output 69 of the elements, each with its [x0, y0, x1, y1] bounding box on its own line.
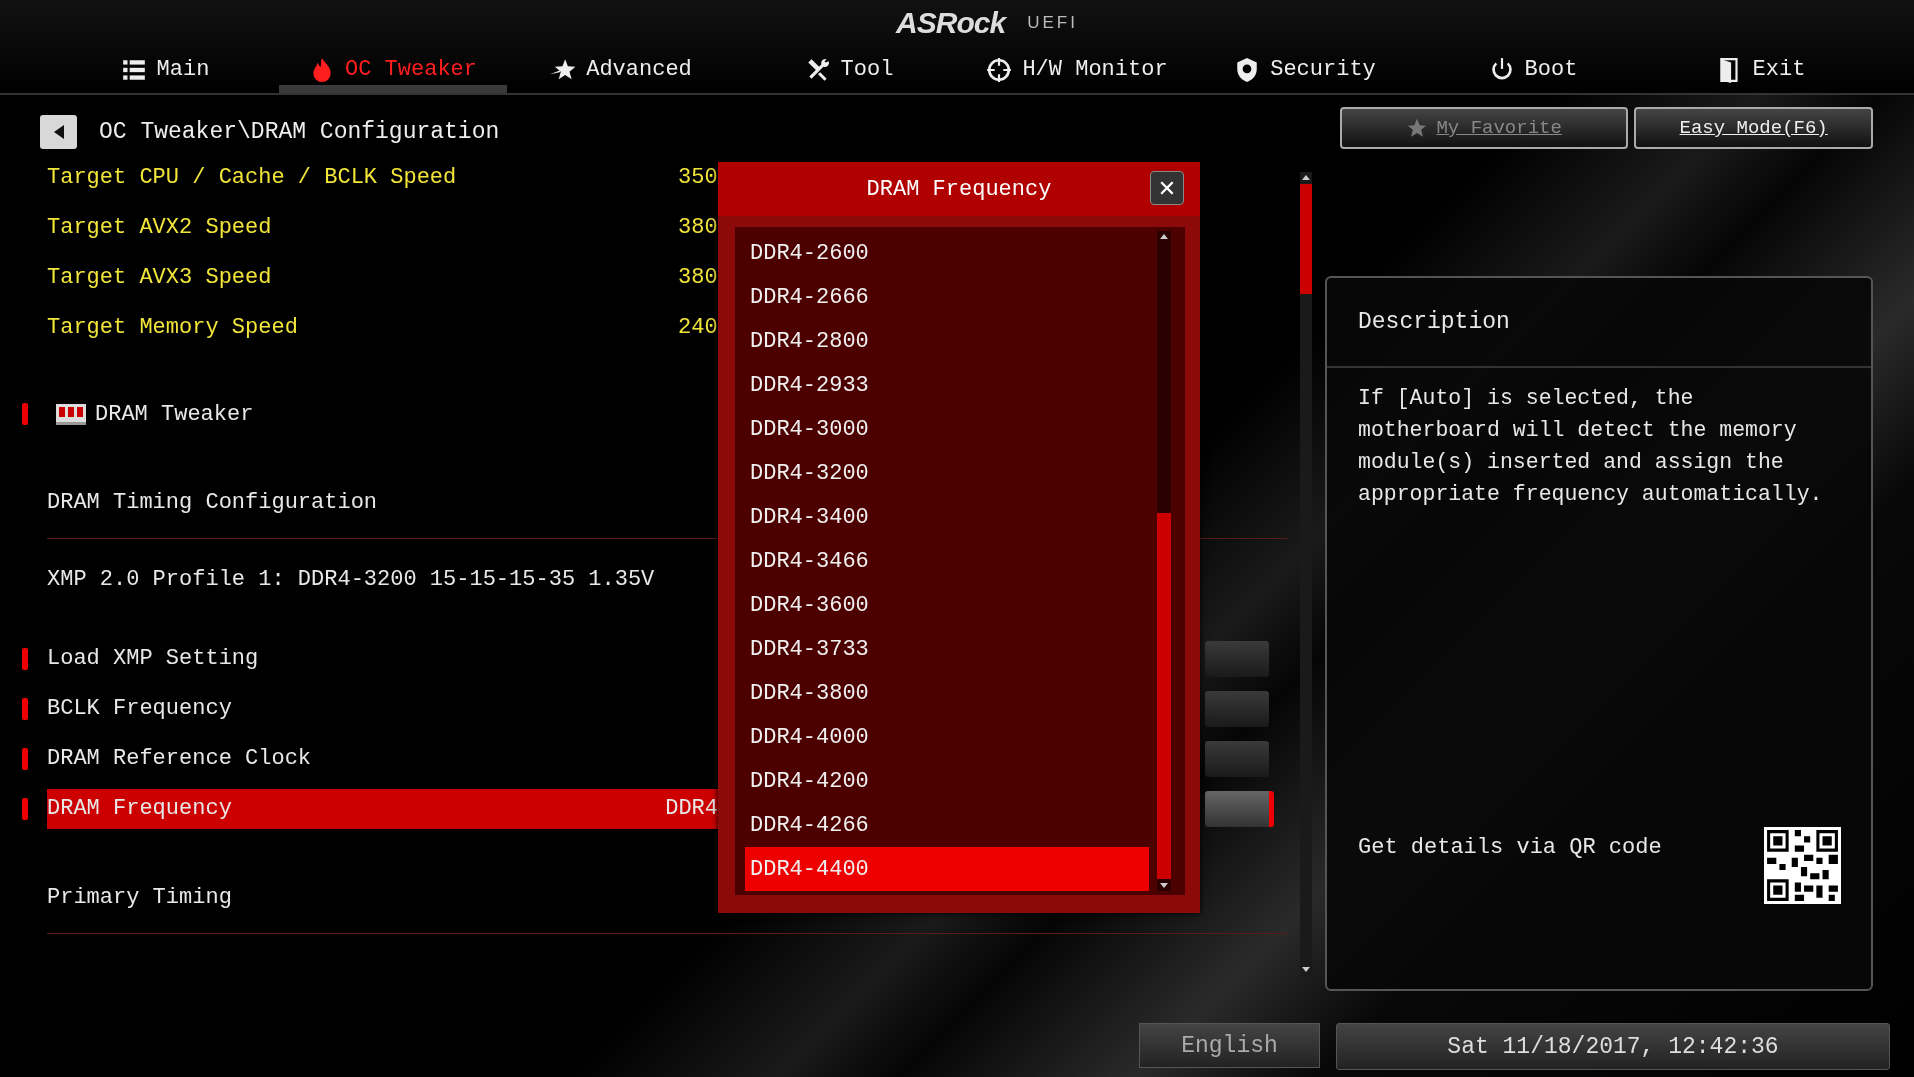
nav-tab[interactable]: Exit — [1647, 46, 1875, 93]
setting-label: Target AVX2 Speed — [47, 214, 273, 240]
setting-label: DRAM Reference Clock — [47, 745, 313, 773]
setting-value: 380 — [678, 264, 718, 290]
setting-value: DDR4 — [665, 795, 718, 823]
setting-label: Target CPU / Cache / BCLK Speed — [47, 164, 458, 190]
profile-text: XMP 2.0 Profile 1: DDR4-3200 15-15-15-35 1.35V — [47, 566, 655, 592]
list-option[interactable]: DDR4-3800 — [745, 671, 1149, 715]
qr-label: Get details via QR code — [1358, 835, 1662, 860]
nav-tab[interactable]: H/W Monitor — [963, 46, 1191, 93]
submenu-item[interactable]: Primary Timing — [47, 884, 678, 910]
scrollbar[interactable] — [1157, 231, 1171, 891]
list-option[interactable]: DDR4-2666 — [745, 275, 1149, 319]
panel-title: Description — [1327, 278, 1871, 368]
description-text: If [Auto] is selected, the motherboard will detect the memory module(s) inserted and assign the appropriate frequency automatically. — [1357, 385, 1824, 508]
setting-label: DRAM Frequency — [47, 795, 233, 823]
setting-label: Target Memory Speed — [47, 314, 299, 340]
marker-icon — [22, 698, 28, 720]
nav-tab[interactable]: Boot — [1419, 46, 1647, 93]
marker-icon — [22, 798, 28, 820]
scroll-thumb[interactable] — [1300, 184, 1312, 294]
memory-icon — [55, 402, 87, 426]
scrollbar[interactable] — [1300, 172, 1312, 975]
breadcrumb: OC Tweaker\DRAM Configuration — [99, 119, 500, 145]
tab-icon — [986, 56, 1013, 83]
nav-tab[interactable]: Tool — [735, 46, 963, 93]
list-option[interactable]: DDR4-3000 — [745, 407, 1149, 451]
marker-icon — [22, 403, 28, 425]
setting-row[interactable]: BCLK Frequency — [47, 689, 718, 729]
section-title: DRAM Tweaker — [95, 401, 254, 427]
setting-row[interactable]: DRAM Frequency DDR4 — [47, 789, 718, 829]
list-option[interactable]: DDR4-3400 — [745, 495, 1149, 539]
list-option[interactable]: DDR4-4266 — [745, 803, 1149, 847]
list-option[interactable]: DDR4-2600 — [745, 231, 1149, 275]
nav-tab[interactable]: Main — [51, 46, 279, 93]
setting-row[interactable]: Load XMP Setting — [47, 639, 718, 679]
list-option[interactable]: DDR4-2933 — [745, 363, 1149, 407]
marker-icon — [22, 648, 28, 670]
setting-label: Load XMP Setting — [47, 645, 260, 673]
setting-row[interactable]: DRAM Reference Clock — [47, 739, 718, 779]
dialog-title: DRAM Frequency — [866, 176, 1052, 202]
setting-label: BCLK Frequency — [47, 695, 233, 723]
list-option[interactable]: DDR4-3600 — [745, 583, 1149, 627]
setting-value: 350 — [678, 164, 718, 190]
marker-icon — [22, 748, 28, 770]
nav-tab[interactable]: Advanced — [507, 46, 735, 93]
back-button[interactable] — [40, 115, 77, 149]
setting-label: Target AVX3 Speed — [47, 264, 273, 290]
close-button[interactable]: ✕ — [1150, 171, 1184, 205]
list-option[interactable]: DDR4-4400 — [745, 847, 1149, 891]
setting-value: 380 — [678, 214, 718, 240]
list-option[interactable]: DDR4-2800 — [745, 319, 1149, 363]
submenu-item[interactable]: DRAM Timing Configuration — [47, 489, 678, 515]
date-time: Sat 11/18/2017, 12:42:36 — [1336, 1023, 1890, 1070]
favorite-button[interactable]: My Favorite — [1340, 107, 1629, 149]
list-option[interactable]: DDR4-3733 — [745, 627, 1149, 671]
value-box[interactable] — [1205, 791, 1274, 827]
list-option[interactable]: DDR4-3200 — [745, 451, 1149, 495]
list-option[interactable]: DDR4-4000 — [745, 715, 1149, 759]
logo: ASRock — [896, 6, 1006, 40]
nav-tab[interactable]: Security — [1191, 46, 1419, 93]
mode-button[interactable]: Easy Mode(F6) — [1634, 107, 1873, 149]
logo-suffix: UEFI — [1027, 13, 1078, 33]
scroll-thumb[interactable] — [1157, 513, 1171, 879]
language-button[interactable]: English — [1139, 1023, 1320, 1068]
list-option[interactable]: DDR4-4200 — [745, 759, 1149, 803]
setting-value: 240 — [678, 314, 718, 340]
list-option[interactable]: DDR4-3466 — [745, 539, 1149, 583]
qr-code-icon — [1764, 827, 1841, 904]
